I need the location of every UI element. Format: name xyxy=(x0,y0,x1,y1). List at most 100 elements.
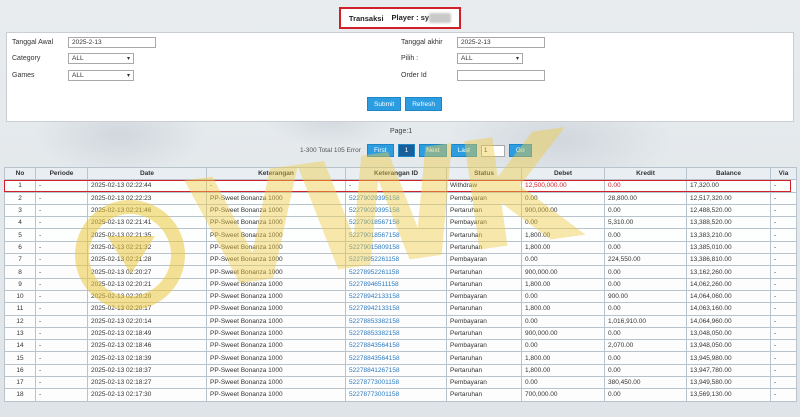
refresh-button[interactable]: Refresh xyxy=(405,97,442,111)
table-row[interactable]: 9-2025-02-13 02:20:21 PP-Sweet Bonanza 10… xyxy=(4,277,797,291)
category-value: ALL xyxy=(72,55,84,62)
order-id-label: Order Id xyxy=(401,72,427,79)
table-cell: 1,800.00 xyxy=(521,363,605,378)
table-row[interactable]: 2-2025-02-13 02:22:23 PP-Sweet Bonanza 10… xyxy=(4,191,797,205)
table-cell: 0.00 xyxy=(604,363,687,378)
table-cell: 15 xyxy=(4,351,36,365)
table-row[interactable]: 1-2025-02-13 02:22:44- - Withdraw 12,500,00… xyxy=(4,179,797,193)
table-cell: 12,500,000.00 xyxy=(521,179,605,193)
first-page-button[interactable]: First xyxy=(366,144,394,157)
table-cell[interactable]: 52278942133158 xyxy=(345,289,447,304)
table-cell[interactable]: 52278843564158 xyxy=(345,351,447,365)
table-cell: Pembayaran xyxy=(446,289,522,304)
table-cell: PP-Sweet Bonanza 1000 xyxy=(206,388,346,402)
table-cell: 9 xyxy=(4,277,36,291)
order-id-input[interactable] xyxy=(457,70,545,81)
table-cell[interactable]: 52278853382158 xyxy=(345,314,447,328)
table-cell[interactable]: 52279015809158 xyxy=(345,240,447,255)
tanggal-awal-input[interactable]: 2025-2-13 xyxy=(68,37,156,48)
table-cell: - xyxy=(35,216,88,230)
table-row[interactable]: 7-2025-02-13 02:21:28 PP-Sweet Bonanza 10… xyxy=(4,253,797,267)
table-cell[interactable]: 52279018567158 xyxy=(345,216,447,230)
table-cell: 0.00 xyxy=(604,351,687,365)
table-cell[interactable]: 52278773001158 xyxy=(345,388,447,402)
page-number-input[interactable]: 1 xyxy=(480,144,505,157)
table-cell: 2025-02-13 02:21:35 xyxy=(87,228,207,242)
column-header: Debet xyxy=(521,166,605,181)
table-cell: 2025-02-13 02:21:32 xyxy=(87,240,207,255)
tanggal-akhir-input[interactable]: 2025-2-13 xyxy=(457,37,545,48)
table-row[interactable]: 16-2025-02-13 02:18:37 PP-Sweet Bonanza 1… xyxy=(4,363,797,378)
table-cell[interactable]: 52278946511158 xyxy=(345,277,447,291)
table-cell: 14,063,160.00 xyxy=(686,302,771,316)
games-select[interactable]: ALL ▾ xyxy=(68,70,134,81)
table-cell: 13,385,010.00 xyxy=(686,240,771,255)
table-row[interactable]: 17-2025-02-13 02:18:27 PP-Sweet Bonanza 1… xyxy=(4,376,797,390)
table-cell: 13,383,210.00 xyxy=(686,228,771,242)
table-cell: - xyxy=(35,289,88,304)
table-cell[interactable]: 52279029395158 xyxy=(345,203,447,218)
category-select[interactable]: ALL ▾ xyxy=(68,53,134,64)
current-page-button[interactable]: 1 xyxy=(397,144,416,157)
submit-button[interactable]: Submit xyxy=(367,97,402,111)
table-cell: - xyxy=(35,179,88,193)
pilih-label: Pilih : xyxy=(401,55,419,62)
table-cell: Withdraw xyxy=(446,179,522,193)
table-cell[interactable]: 52278773001158 xyxy=(345,376,447,390)
table-row[interactable]: 3-2025-02-13 02:21:46 PP-Sweet Bonanza 10… xyxy=(4,203,797,218)
table-cell[interactable]: 52278952261158 xyxy=(345,253,447,267)
table-cell: 5 xyxy=(4,228,36,242)
table-cell[interactable]: 52278841267158 xyxy=(345,363,447,378)
table-header-row: No Periode Date Keterangan Keterangan ID Stat… xyxy=(4,166,797,181)
table-row[interactable]: 4-2025-02-13 02:21:41 PP-Sweet Bonanza 10… xyxy=(4,216,797,230)
table-cell: 2025-02-13 02:18:46 xyxy=(87,339,207,353)
table-cell: - xyxy=(770,179,797,193)
table-row[interactable]: 14-2025-02-13 02:18:46 PP-Sweet Bonanza 1… xyxy=(4,339,797,353)
table-row[interactable]: 8-2025-02-13 02:20:27 PP-Sweet Bonanza 10… xyxy=(4,265,797,279)
table-cell: PP-Sweet Bonanza 1000 xyxy=(206,277,346,291)
table-row[interactable]: 13-2025-02-13 02:18:49 PP-Sweet Bonanza 1… xyxy=(4,326,797,341)
table-cell: 2025-02-13 02:20:21 xyxy=(87,277,207,291)
go-button[interactable]: Go xyxy=(508,144,532,157)
page-indicator: Page:1 xyxy=(390,128,413,135)
column-header: Kredit xyxy=(604,166,687,181)
table-cell: - xyxy=(35,339,88,353)
table-cell[interactable]: 52279029395158 xyxy=(345,191,447,205)
table-cell: 11 xyxy=(4,302,36,316)
table-cell: - xyxy=(770,314,797,328)
table-cell: PP-Sweet Bonanza 1000 xyxy=(206,339,346,353)
table-cell: PP-Sweet Bonanza 1000 xyxy=(206,216,346,230)
table-cell: Pertaruhan xyxy=(446,302,522,316)
table-cell: - xyxy=(35,363,88,378)
table-row[interactable]: 18-2025-02-13 02:17:30 PP-Sweet Bonanza 1… xyxy=(4,388,797,402)
table-cell[interactable]: 52278853382158 xyxy=(345,326,447,341)
table-cell: - xyxy=(770,203,797,218)
table-row[interactable]: 12-2025-02-13 02:20:14 PP-Sweet Bonanza 1… xyxy=(4,314,797,328)
table-cell[interactable]: 52278942133158 xyxy=(345,302,447,316)
pilih-value: ALL xyxy=(461,55,473,62)
table-row[interactable]: 10-2025-02-13 02:20:20 PP-Sweet Bonanza 1… xyxy=(4,289,797,304)
next-page-button[interactable]: Next xyxy=(419,144,447,157)
table-cell: - xyxy=(770,253,797,267)
column-header: Date xyxy=(87,166,207,181)
last-page-button[interactable]: Last xyxy=(450,144,477,157)
table-cell[interactable]: 52278952261158 xyxy=(345,265,447,279)
table-cell: - xyxy=(35,240,88,255)
table-cell: 2025-02-13 02:20:14 xyxy=(87,314,207,328)
transaction-table: No Periode Date Keterangan Keterangan ID Stat… xyxy=(4,166,797,402)
table-cell: 13,945,980.00 xyxy=(686,351,771,365)
category-label: Category xyxy=(12,55,41,62)
table-cell: - xyxy=(770,216,797,230)
pilih-select[interactable]: ALL ▾ xyxy=(457,53,523,64)
chevron-down-icon: ▾ xyxy=(126,56,130,62)
table-cell: 13,388,520.00 xyxy=(686,216,771,230)
page-header: Transaksi Player : sy xyxy=(339,7,461,29)
table-cell[interactable]: 52278843564158 xyxy=(345,339,447,353)
table-cell: PP-Sweet Bonanza 1000 xyxy=(206,289,346,304)
table-cell: - xyxy=(770,351,797,365)
table-row[interactable]: 6-2025-02-13 02:21:32 PP-Sweet Bonanza 10… xyxy=(4,240,797,255)
table-row[interactable]: 11-2025-02-13 02:20:17 PP-Sweet Bonanza 1… xyxy=(4,302,797,316)
table-cell[interactable]: 52279018567158 xyxy=(345,228,447,242)
table-row[interactable]: 5-2025-02-13 02:21:35 PP-Sweet Bonanza 10… xyxy=(4,228,797,242)
table-row[interactable]: 15-2025-02-13 02:18:39 PP-Sweet Bonanza 1… xyxy=(4,351,797,365)
